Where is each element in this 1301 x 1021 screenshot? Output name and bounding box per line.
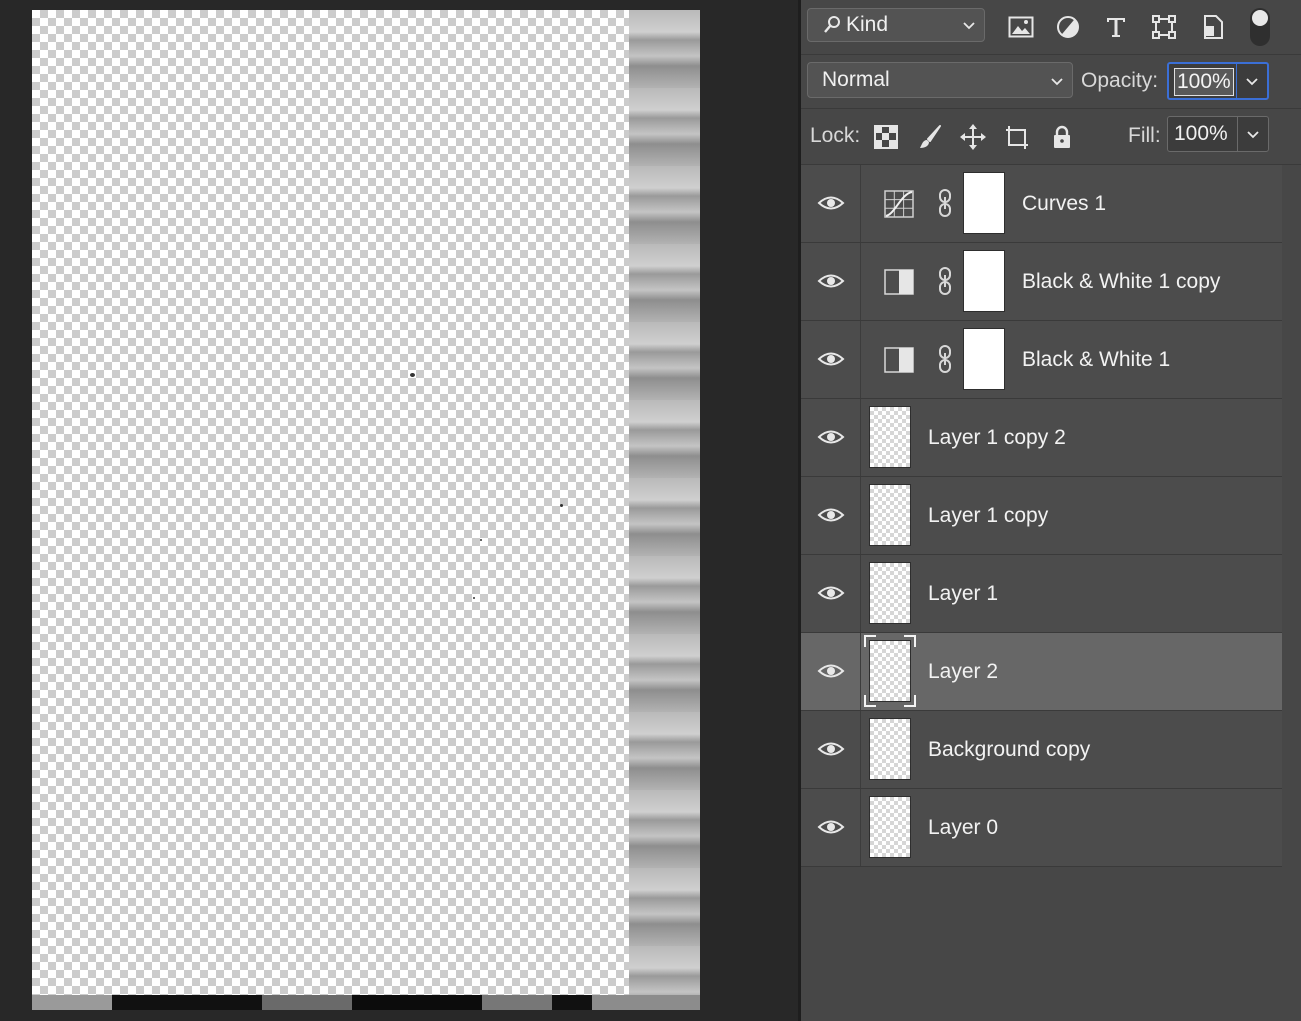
layer-name[interactable]: Layer 2 xyxy=(928,660,998,684)
image-filter-icon[interactable] xyxy=(1008,14,1034,40)
lock-artboard-icon[interactable] xyxy=(1004,124,1030,150)
chevron-down-icon xyxy=(1051,78,1063,86)
smart-object-filter-icon[interactable] xyxy=(1200,14,1226,40)
adjustment-filter-icon[interactable] xyxy=(1055,14,1081,40)
chevron-down-icon xyxy=(963,22,975,30)
layer-thumbnail[interactable] xyxy=(869,562,911,624)
layer-row-layer-1-copy[interactable]: Layer 1 copy xyxy=(801,477,1282,555)
document-canvas[interactable] xyxy=(32,10,700,1010)
layer-name[interactable]: Black & White 1 xyxy=(1022,348,1170,372)
fill-field[interactable]: 100% xyxy=(1167,116,1269,152)
layer-name[interactable]: Background copy xyxy=(928,738,1090,762)
layers-list: Curves 1 Black & White 1 copy Black & Wh… xyxy=(801,165,1282,867)
link-chain-icon[interactable] xyxy=(937,344,953,374)
row-separator xyxy=(860,789,861,866)
search-icon xyxy=(824,16,840,33)
eye-icon[interactable] xyxy=(817,817,845,837)
toggle-knob xyxy=(1252,10,1268,26)
eye-icon[interactable] xyxy=(817,583,845,603)
row-separator xyxy=(860,633,861,710)
curves-icon[interactable] xyxy=(883,188,915,220)
layer-mask-thumbnail[interactable] xyxy=(963,328,1005,390)
layer-name[interactable]: Layer 0 xyxy=(928,816,998,840)
fill-label: Fill: xyxy=(1128,124,1161,147)
opacity-value[interactable]: 100% xyxy=(1174,68,1234,96)
layer-mask-thumbnail[interactable] xyxy=(963,250,1005,312)
eye-icon[interactable] xyxy=(817,505,845,525)
layer-thumbnail[interactable] xyxy=(869,796,911,858)
chevron-down-icon xyxy=(1247,131,1259,139)
row-separator xyxy=(860,399,861,476)
panel-scroll-strip[interactable] xyxy=(1282,165,1301,1021)
lock-position-icon[interactable] xyxy=(960,124,986,150)
canvas-speck xyxy=(560,504,563,507)
layer-row-black-white-1-copy[interactable]: Black & White 1 copy xyxy=(801,243,1282,321)
canvas-speck xyxy=(473,597,475,599)
row-separator xyxy=(860,321,861,398)
lock-label: Lock: xyxy=(810,124,861,147)
layer-thumbnail[interactable] xyxy=(869,484,911,546)
link-chain-icon[interactable] xyxy=(937,188,953,218)
black-white-icon[interactable] xyxy=(883,344,915,376)
lock-image-pixels-icon[interactable] xyxy=(917,124,943,150)
fill-dropdown-button[interactable] xyxy=(1237,117,1268,151)
layer-name[interactable]: Black & White 1 copy xyxy=(1022,270,1220,294)
opacity-dropdown-button[interactable] xyxy=(1236,64,1267,98)
eye-icon[interactable] xyxy=(817,349,845,369)
blend-mode-select[interactable]: Normal xyxy=(807,62,1073,98)
kind-filter-select[interactable]: Kind xyxy=(807,8,985,42)
layer-name[interactable]: Layer 1 copy xyxy=(928,504,1048,528)
fill-value[interactable]: 100% xyxy=(1174,122,1228,146)
layer-row-layer-0[interactable]: Layer 0 xyxy=(801,789,1282,867)
eye-icon[interactable] xyxy=(817,193,845,213)
transparent-area xyxy=(32,10,629,995)
row-separator xyxy=(860,243,861,320)
row-separator xyxy=(860,711,861,788)
opacity-field[interactable]: 100% xyxy=(1167,62,1269,100)
layer-name[interactable]: Layer 1 xyxy=(928,582,998,606)
row-separator xyxy=(860,165,861,242)
type-filter-icon[interactable] xyxy=(1103,14,1129,40)
eye-icon[interactable] xyxy=(817,271,845,291)
canvas-area[interactable] xyxy=(0,0,798,1021)
shape-filter-icon[interactable] xyxy=(1151,14,1177,40)
link-chain-icon[interactable] xyxy=(937,266,953,296)
layer-row-layer-1[interactable]: Layer 1 xyxy=(801,555,1282,633)
layer-name[interactable]: Layer 1 copy 2 xyxy=(928,426,1066,450)
filter-toggle-switch[interactable] xyxy=(1250,8,1270,46)
layer-row-layer-1-copy-2[interactable]: Layer 1 copy 2 xyxy=(801,399,1282,477)
lock-transparent-pixels-icon[interactable] xyxy=(873,124,899,150)
layer-mask-thumbnail[interactable] xyxy=(963,172,1005,234)
layer-thumbnail[interactable] xyxy=(869,718,911,780)
blend-opacity-row: Normal Opacity: 100% xyxy=(801,55,1301,109)
photo-bottom-edge xyxy=(32,995,700,1010)
row-separator xyxy=(860,477,861,554)
layer-row-black-white-1[interactable]: Black & White 1 xyxy=(801,321,1282,399)
black-white-icon[interactable] xyxy=(883,266,915,298)
row-separator xyxy=(860,555,861,632)
eye-icon[interactable] xyxy=(817,739,845,759)
layer-name[interactable]: Curves 1 xyxy=(1022,192,1106,216)
blend-mode-value: Normal xyxy=(822,68,890,91)
opacity-label: Opacity: xyxy=(1081,69,1159,92)
canvas-speck xyxy=(410,373,415,377)
layer-row-layer-2[interactable]: Layer 2 xyxy=(801,633,1282,711)
canvas-speck xyxy=(480,539,482,541)
layer-row-curves-1[interactable]: Curves 1 xyxy=(801,165,1282,243)
chevron-down-icon xyxy=(1246,78,1258,86)
kind-filter-label: Kind xyxy=(846,13,889,36)
layer-thumbnail[interactable] xyxy=(869,406,911,468)
layer-filter-row: Kind xyxy=(801,0,1301,55)
eye-icon[interactable] xyxy=(817,427,845,447)
eye-icon[interactable] xyxy=(817,661,845,681)
selected-thumbnail-brackets xyxy=(864,635,916,707)
layers-panel: Kind Normal Opacity: 100% Lock: Fill: 10… xyxy=(801,0,1301,1021)
lock-all-icon[interactable] xyxy=(1049,124,1075,150)
layer-row-background-copy[interactable]: Background copy xyxy=(801,711,1282,789)
lock-fill-row: Lock: Fill: 100% xyxy=(801,109,1301,165)
